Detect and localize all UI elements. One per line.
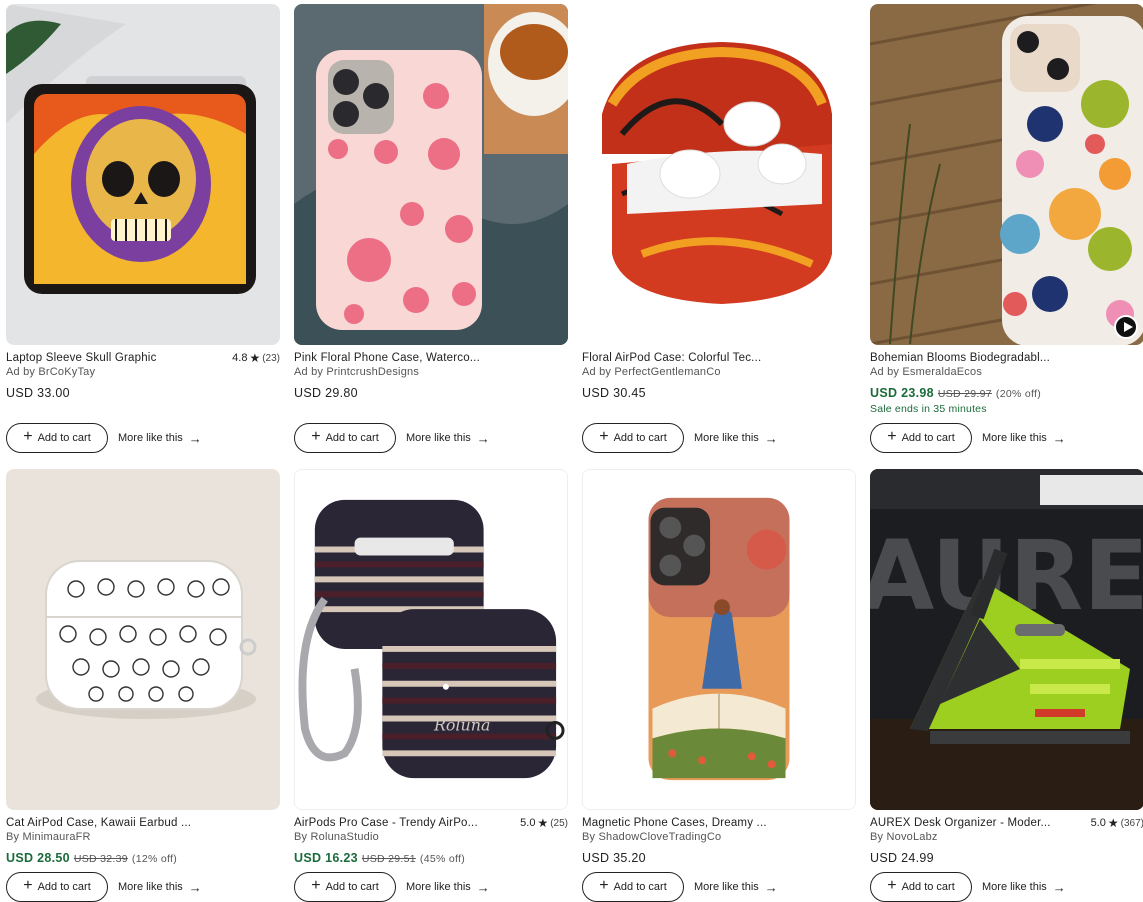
listing-seller[interactable]: Ad by PerfectGentlemanCo [582,366,856,380]
add-to-cart-button[interactable]: + Add to cart [870,423,972,453]
arrow-right-icon: → [1052,879,1066,895]
listing-price: USD 29.80 [294,386,358,400]
listing-image-pink-phone-case[interactable] [294,4,568,345]
listing-sale-price: USD 23.98 [870,386,934,400]
more-like-this-link[interactable]: More like this → [694,431,778,446]
add-to-cart-button[interactable]: + Add to cart [582,872,684,902]
listing-sale-price: USD 28.50 [6,851,70,865]
listing-image-laptop-sleeve[interactable] [6,4,280,345]
listing-original-price: USD 29.51 [361,853,416,865]
listing-price: USD 35.20 [582,851,646,865]
more-like-this-link[interactable]: More like this → [406,431,490,446]
listing-card[interactable]: Cat AirPod Case, Kawaii Earbud ... By Mi… [6,469,280,902]
more-like-this-link[interactable]: More like this → [406,880,490,895]
listing-title[interactable]: Floral AirPod Case: Colorful Tec... [582,352,761,364]
listing-card[interactable]: Laptop Sleeve Skull Graphic 4.8 ★ (23) Ad … [6,4,280,453]
listing-original-price: USD 29.97 [937,388,992,400]
plus-icon: + [887,428,897,445]
listing-card[interactable]: Floral AirPod Case: Colorful Tec... Ad b… [582,4,856,453]
listing-card[interactable]: Magnetic Phone Cases, Dreamy ... By Shad… [582,469,856,902]
listing-card[interactable]: AUREX AUREX Desk Organizer - Moder... 5.… [870,469,1143,902]
listing-seller[interactable]: Ad by EsmeraldaEcos [870,366,1143,380]
add-to-cart-button[interactable]: + Add to cart [870,872,972,902]
listing-title[interactable]: Bohemian Blooms Biodegradabl... [870,352,1050,364]
play-video-icon[interactable] [1114,315,1138,339]
star-icon: ★ [537,816,549,830]
listing-discount: (12% off) [131,853,178,865]
listing-title[interactable]: AUREX Desk Organizer - Moder... [870,817,1051,829]
plus-icon: + [311,428,321,445]
arrow-right-icon: → [188,430,202,446]
listing-image-airpods-pro-case[interactable]: Roluna [294,469,568,810]
listing-image-desk-organizer[interactable]: AUREX [870,469,1143,810]
listing-image-floral-airpod-case[interactable] [582,4,856,345]
listing-image-dreamy-phone-case[interactable] [582,469,856,810]
plus-icon: + [599,428,609,445]
plus-icon: + [311,877,321,894]
add-to-cart-button[interactable]: + Add to cart [294,872,396,902]
listing-price: USD 30.45 [582,386,646,400]
arrow-right-icon: → [764,879,778,895]
listing-price: USD 24.99 [870,851,934,865]
sale-countdown: Sale ends in 35 minutes [870,403,987,415]
arrow-right-icon: → [764,430,778,446]
more-like-this-link[interactable]: More like this → [118,431,202,446]
listing-seller[interactable]: Ad by BrCoKyTay [6,366,280,380]
listing-card[interactable]: Bohemian Blooms Biodegradabl... Ad by Es… [870,4,1143,453]
add-to-cart-button[interactable]: + Add to cart [6,872,108,902]
more-like-this-link[interactable]: More like this → [694,880,778,895]
listing-image-cat-airpod-case[interactable] [6,469,280,810]
more-like-this-link[interactable]: More like this → [982,431,1066,446]
listing-seller[interactable]: By ShadowCloveTradingCo [582,831,856,845]
arrow-right-icon: → [476,430,490,446]
listing-discount: (45% off) [419,853,466,865]
listing-title[interactable]: AirPods Pro Case - Trendy AirPo... [294,817,478,829]
add-to-cart-button[interactable]: + Add to cart [582,423,684,453]
listing-title[interactable]: Pink Floral Phone Case, Waterco... [294,352,480,364]
add-to-cart-button[interactable]: + Add to cart [294,423,396,453]
listing-seller[interactable]: By NovoLabz [870,831,1143,845]
listing-title[interactable]: Magnetic Phone Cases, Dreamy ... [582,817,767,829]
case-name-text: Roluna [433,715,490,734]
listing-card[interactable]: Roluna AirPods Pro Case - Trendy AirPo..… [294,469,568,902]
listing-original-price: USD 32.39 [73,853,128,865]
listing-seller[interactable]: By MinimauraFR [6,831,280,845]
listing-grid: Laptop Sleeve Skull Graphic 4.8 ★ (23) Ad … [0,0,1143,902]
listing-rating: 5.0 ★ (367) [1090,816,1143,830]
star-icon: ★ [249,351,261,365]
more-like-this-link[interactable]: More like this → [982,880,1066,895]
listing-discount: (20% off) [995,388,1042,400]
more-like-this-link[interactable]: More like this → [118,880,202,895]
plus-icon: + [887,877,897,894]
listing-seller[interactable]: By RolunaStudio [294,831,568,845]
add-to-cart-button[interactable]: + Add to cart [6,423,108,453]
listing-image-bohemian-phone-case[interactable] [870,4,1143,345]
listing-sale-price: USD 16.23 [294,851,358,865]
listing-seller[interactable]: Ad by PrintcrushDesigns [294,366,568,380]
listing-rating: 5.0 ★ (25) [520,816,568,830]
listing-title[interactable]: Cat AirPod Case, Kawaii Earbud ... [6,817,191,829]
star-icon: ★ [1107,816,1119,830]
plus-icon: + [599,877,609,894]
plus-icon: + [23,428,33,445]
arrow-right-icon: → [476,879,490,895]
listing-price: USD 33.00 [6,386,70,400]
plus-icon: + [23,877,33,894]
listing-card[interactable]: Pink Floral Phone Case, Waterco... Ad by… [294,4,568,453]
listing-rating: 4.8 ★ (23) [232,351,280,365]
listing-title[interactable]: Laptop Sleeve Skull Graphic [6,352,157,364]
arrow-right-icon: → [1052,430,1066,446]
arrow-right-icon: → [188,879,202,895]
